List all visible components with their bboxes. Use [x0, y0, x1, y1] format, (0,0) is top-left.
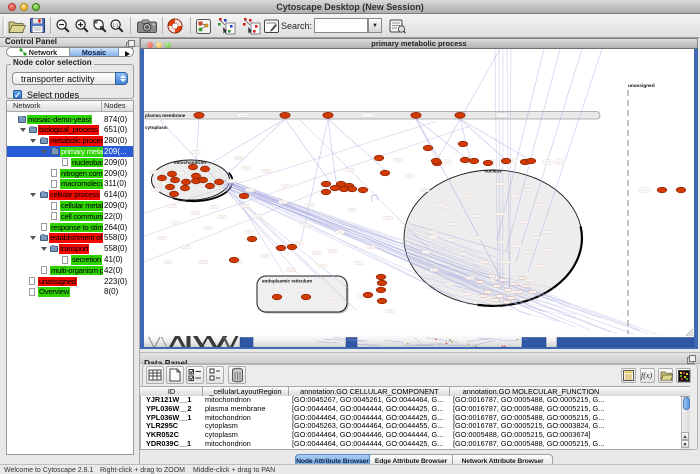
svg-text:endoplasmic reticulum: endoplasmic reticulum [262, 279, 312, 284]
svg-text:plasma membrane: plasma membrane [145, 113, 186, 118]
svg-text:1:1: 1:1 [112, 23, 119, 28]
svg-text:cytoplasm: cytoplasm [145, 125, 168, 130]
svg-text:unassigned: unassigned [628, 83, 655, 89]
